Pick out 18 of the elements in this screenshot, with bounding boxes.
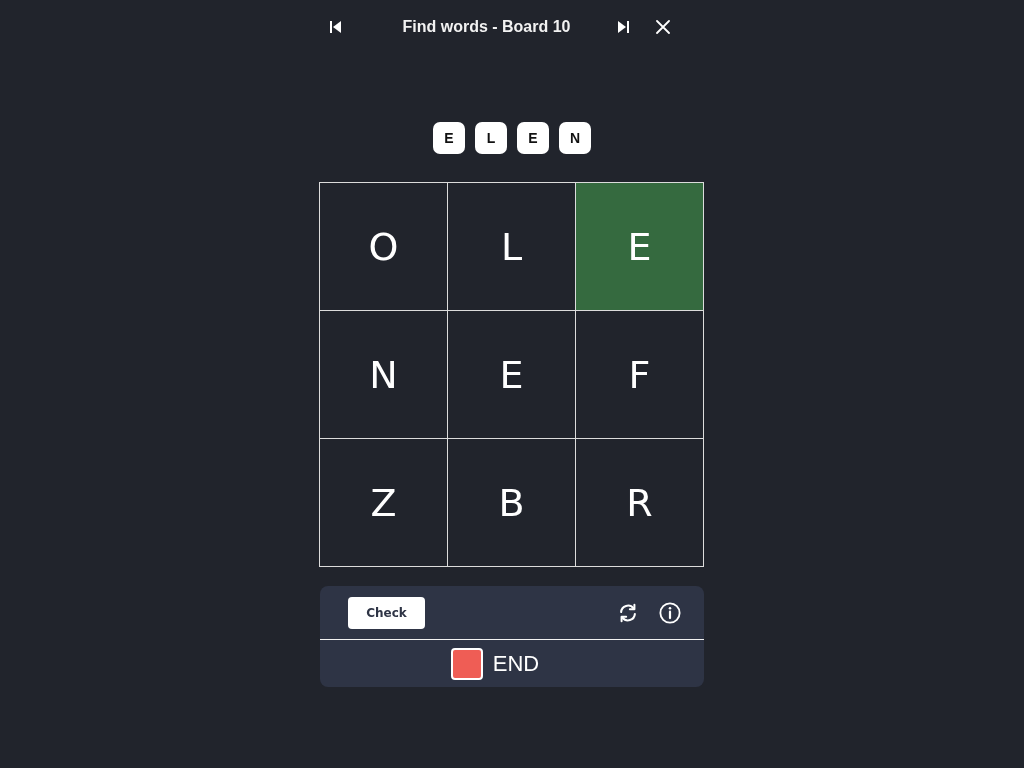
grid-cell[interactable]: N — [320, 311, 447, 438]
refresh-icon[interactable] — [617, 601, 639, 624]
grid-cell[interactable]: L — [448, 183, 575, 310]
check-button[interactable]: Check — [348, 596, 425, 629]
grid-cell[interactable]: E — [448, 311, 575, 438]
letter-tile: E — [433, 122, 465, 154]
status-label: END — [492, 650, 540, 677]
grid-cell[interactable]: Z — [320, 439, 447, 566]
window-title: Find words - Board 10 — [401, 18, 572, 36]
grid-cell[interactable]: E — [576, 183, 703, 310]
grid-cell[interactable]: R — [576, 439, 703, 566]
grid-cell[interactable]: O — [320, 183, 447, 310]
grid-cell[interactable]: F — [576, 311, 703, 438]
letter-tile: N — [559, 122, 591, 154]
grid-cell[interactable]: B — [448, 439, 575, 566]
info-icon[interactable] — [659, 601, 681, 624]
letter-tile: L — [475, 122, 507, 154]
letter-tile: E — [517, 122, 549, 154]
